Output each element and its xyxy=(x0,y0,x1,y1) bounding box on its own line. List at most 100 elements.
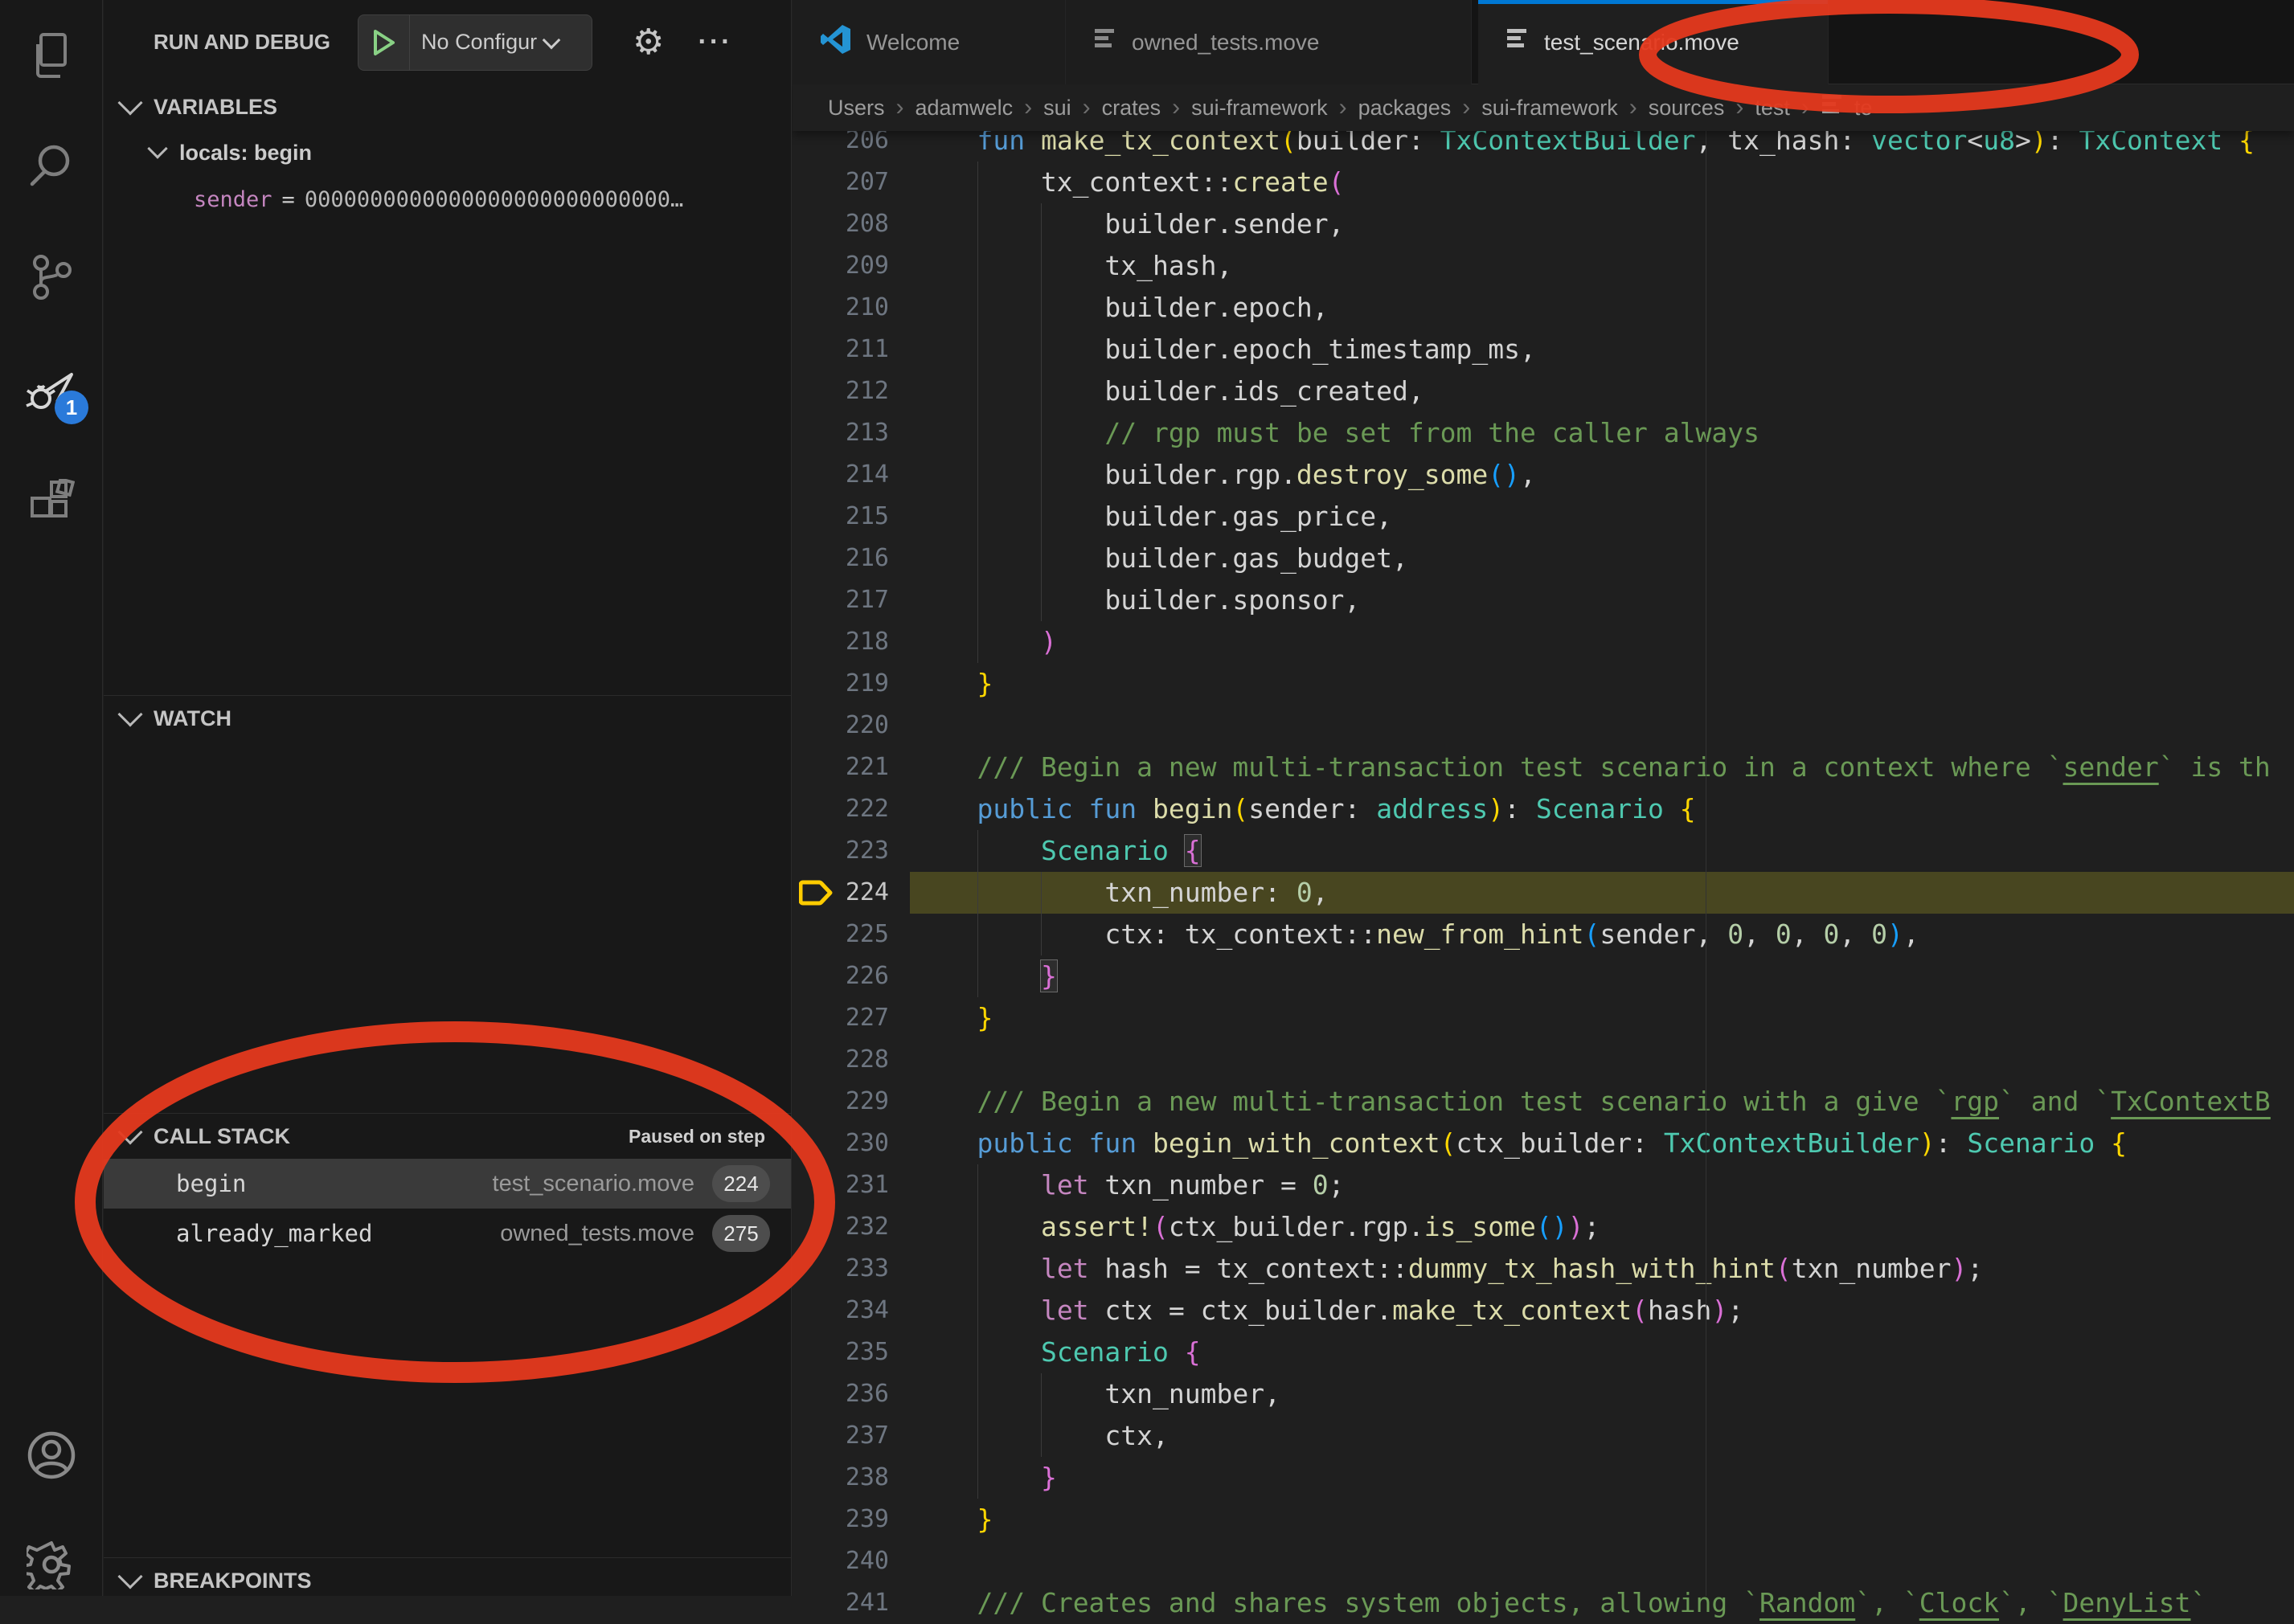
code-line-225[interactable]: 225 ctx: tx_context::new_from_hint(sende… xyxy=(793,914,2294,955)
tab-welcome[interactable]: Welcome xyxy=(793,0,1066,84)
more-actions-icon[interactable]: ··· xyxy=(698,27,733,58)
code-line-211[interactable]: 211 builder.epoch_timestamp_ms, xyxy=(793,329,2294,370)
code-text: /// Begin a new multi-transaction test s… xyxy=(913,1081,2271,1123)
debug-config-dropdown[interactable]: No Configur xyxy=(358,14,592,71)
code-line-226[interactable]: 226 } xyxy=(793,955,2294,997)
activitybar-extensions-icon[interactable] xyxy=(0,458,103,546)
code-line-222[interactable]: 222 public fun begin(sender: address): S… xyxy=(793,788,2294,830)
code-text: Scenario { xyxy=(913,1332,1201,1373)
code-line-212[interactable]: 212 builder.ids_created, xyxy=(793,370,2294,412)
code-line-209[interactable]: 209 tx_hash, xyxy=(793,245,2294,287)
call-stack-frame[interactable]: already_marked owned_tests.move 275 xyxy=(104,1209,791,1258)
code-text: ) xyxy=(913,621,1057,663)
line-number: 234 xyxy=(793,1290,889,1332)
code-line-223[interactable]: 223 Scenario { xyxy=(793,830,2294,872)
breadcrumb[interactable]: Users›adamwelc›sui›crates›sui-framework›… xyxy=(793,84,2294,131)
code-line-237[interactable]: 237 ctx, xyxy=(793,1415,2294,1457)
watch-header[interactable]: WATCH xyxy=(104,696,791,741)
code-line-218[interactable]: 218 ) xyxy=(793,621,2294,663)
breadcrumb-file[interactable]: te xyxy=(1821,92,1873,125)
activitybar-search-icon[interactable] xyxy=(0,121,103,209)
breadcrumb-item[interactable]: sources xyxy=(1649,96,1725,121)
line-number: 216 xyxy=(793,538,889,579)
code-line-219[interactable]: 219 } xyxy=(793,663,2294,705)
activitybar-run-and-debug-icon[interactable]: 1 xyxy=(0,346,103,434)
code-line-241[interactable]: 241 /// Creates and shares system object… xyxy=(793,1582,2294,1624)
code-line-231[interactable]: 231 let txn_number = 0; xyxy=(793,1164,2294,1206)
code-text: let hash = tx_context::dummy_tx_hash_wit… xyxy=(913,1248,1983,1290)
code-line-213[interactable]: 213 // rgp must be set from the caller a… xyxy=(793,412,2294,454)
code-line-228[interactable]: 228 xyxy=(793,1039,2294,1081)
breadcrumb-item[interactable]: adamwelc xyxy=(916,96,1014,121)
breadcrumb-item[interactable]: crates xyxy=(1102,96,1161,121)
vscode-window: 1 RUN AND DEBUG No Configur ⚙ ··· VARIAB… xyxy=(0,0,2294,1596)
code-line-214[interactable]: 214 builder.rgp.destroy_some(), xyxy=(793,454,2294,496)
code-line-238[interactable]: 238 } xyxy=(793,1457,2294,1499)
code-line-236[interactable]: 236 txn_number, xyxy=(793,1373,2294,1415)
line-number: 207 xyxy=(793,162,889,203)
frame-line-badge: 275 xyxy=(712,1215,770,1252)
activitybar-account-icon[interactable] xyxy=(0,1411,103,1499)
activitybar-source-control-icon[interactable] xyxy=(0,233,103,321)
breakpoints-header[interactable]: BREAKPOINTS xyxy=(104,1558,791,1603)
breadcrumb-separator: › xyxy=(1735,94,1743,121)
tab-owned_tests-move[interactable]: owned_tests.move xyxy=(1066,0,1472,84)
code-text: txn_number: 0, xyxy=(913,872,1329,914)
variable-equals: = xyxy=(282,187,295,212)
code-text: public fun begin(sender: address): Scena… xyxy=(913,788,1696,830)
code-text: /// Creates and shares system objects, a… xyxy=(913,1582,2206,1624)
sidebar-title: RUN AND DEBUG xyxy=(154,30,330,55)
breadcrumb-item[interactable]: sui-framework xyxy=(1191,96,1328,121)
code-line-215[interactable]: 215 builder.gas_price, xyxy=(793,496,2294,538)
code-line-239[interactable]: 239 } xyxy=(793,1499,2294,1540)
tab-bar: Welcome owned_tests.move test_scenario.m… xyxy=(793,0,2294,84)
code-line-235[interactable]: 235 Scenario { xyxy=(793,1332,2294,1373)
line-number: 237 xyxy=(793,1415,889,1457)
code-area[interactable]: 206 fun make_tx_context(builder: TxConte… xyxy=(793,0,2294,1596)
breadcrumb-item[interactable]: packages xyxy=(1358,96,1452,121)
code-line-208[interactable]: 208 builder.sender, xyxy=(793,203,2294,245)
activitybar-explorer-icon[interactable] xyxy=(0,11,103,100)
start-debug-icon[interactable] xyxy=(358,15,410,70)
line-number: 218 xyxy=(793,621,889,663)
breadcrumb-item[interactable]: sui-framework xyxy=(1481,96,1618,121)
line-number: 238 xyxy=(793,1457,889,1499)
line-number: 219 xyxy=(793,663,889,705)
code-line-221[interactable]: 221 /// Begin a new multi-transaction te… xyxy=(793,747,2294,788)
debug-settings-gear-icon[interactable]: ⚙ xyxy=(633,25,664,60)
code-text: builder.ids_created, xyxy=(913,370,1424,412)
code-line-217[interactable]: 217 builder.sponsor, xyxy=(793,579,2294,621)
line-number: 241 xyxy=(793,1582,889,1624)
variables-scope-row[interactable]: locals: begin xyxy=(104,129,791,176)
call-stack-header[interactable]: CALL STACK Paused on step xyxy=(104,1114,791,1159)
line-number: 226 xyxy=(793,955,889,997)
code-line-240[interactable]: 240 xyxy=(793,1540,2294,1582)
code-line-220[interactable]: 220 xyxy=(793,705,2294,747)
chevron-down-icon xyxy=(117,1564,142,1589)
code-line-227[interactable]: 227 } xyxy=(793,997,2294,1039)
tab-test_scenario-move[interactable]: test_scenario.move xyxy=(1478,0,1829,84)
code-line-234[interactable]: 234 let ctx = ctx_builder.make_tx_contex… xyxy=(793,1290,2294,1332)
code-line-210[interactable]: 210 builder.epoch, xyxy=(793,287,2294,329)
code-line-230[interactable]: 230 public fun begin_with_context(ctx_bu… xyxy=(793,1123,2294,1164)
code-line-207[interactable]: 207 tx_context::create( xyxy=(793,162,2294,203)
breadcrumb-item[interactable]: sui xyxy=(1043,96,1071,121)
breadcrumb-item[interactable]: Users xyxy=(828,96,885,121)
code-line-233[interactable]: 233 let hash = tx_context::dummy_tx_hash… xyxy=(793,1248,2294,1290)
code-line-216[interactable]: 216 builder.gas_budget, xyxy=(793,538,2294,579)
code-line-229[interactable]: 229 /// Begin a new multi-transaction te… xyxy=(793,1081,2294,1123)
line-number: 222 xyxy=(793,788,889,830)
code-line-224[interactable]: 224 txn_number: 0, xyxy=(793,872,2294,914)
call-stack-frame[interactable]: begin test_scenario.move 224 xyxy=(104,1159,791,1209)
variables-header[interactable]: VARIABLES xyxy=(104,84,791,129)
code-text: } xyxy=(913,1457,1057,1499)
variable-row[interactable]: sender = 0000000000000000000000000000… xyxy=(104,176,791,223)
breadcrumb-separator: › xyxy=(896,94,904,121)
breadcrumb-item[interactable]: test xyxy=(1755,96,1790,121)
line-number: 221 xyxy=(793,747,889,788)
line-number: 208 xyxy=(793,203,889,245)
code-line-232[interactable]: 232 assert!(ctx_builder.rgp.is_some()); xyxy=(793,1206,2294,1248)
code-text: ctx, xyxy=(913,1415,1169,1457)
frame-file: owned_tests.move xyxy=(500,1221,694,1247)
breadcrumb-separator: › xyxy=(1024,94,1032,121)
